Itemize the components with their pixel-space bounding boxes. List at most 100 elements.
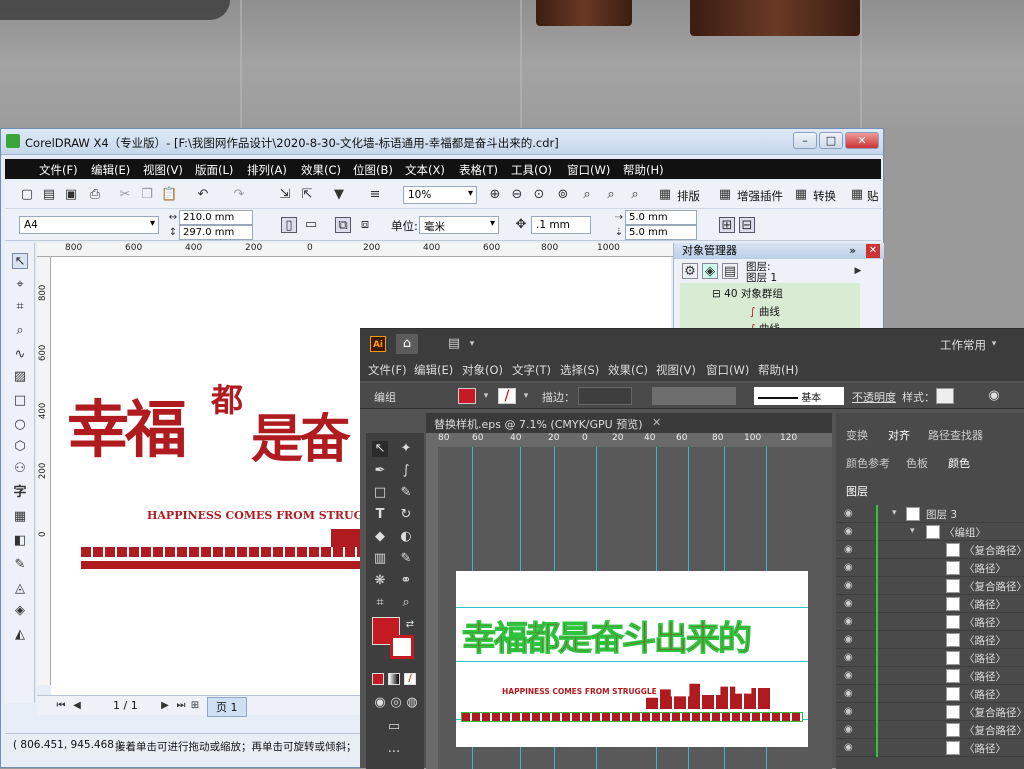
close-button[interactable]: ✕ — [845, 132, 879, 149]
zoom-page-icon[interactable]: ⌕ — [579, 187, 595, 203]
layer-row[interactable]: ◉ 〈复合路径〉 — [836, 703, 1024, 721]
draw-normal-icon[interactable]: ◉ — [372, 695, 388, 711]
layer-manager-icon[interactable]: ▤ — [722, 263, 738, 279]
menu-type[interactable]: 文字(T) — [512, 362, 551, 378]
paste-icon[interactable]: 📋 — [161, 187, 177, 203]
menu-edit[interactable]: 编辑(E) — [414, 362, 453, 378]
visibility-eye-icon[interactable]: ◉ — [844, 634, 853, 645]
zoom-selected-icon[interactable]: ⊙ — [531, 187, 547, 203]
gradient-mode-icon[interactable] — [388, 673, 400, 685]
zoom-select[interactable]: 10% — [403, 186, 477, 204]
workspace-switcher[interactable]: 工作常用 — [940, 337, 986, 353]
paintbrush-icon[interactable]: ✎ — [398, 485, 414, 501]
none-mode-icon[interactable]: / — [404, 673, 416, 685]
panel-tab-transform[interactable]: 变换 — [846, 427, 868, 443]
magic-wand-icon[interactable]: ✦ — [398, 441, 414, 457]
type-tool-icon[interactable]: T — [372, 507, 388, 523]
chevron-down-icon[interactable]: ▾ — [986, 336, 1002, 352]
zoom-width-icon[interactable]: ⌕ — [603, 187, 619, 203]
artboard[interactable]: 幸福都是奋斗出来的 HAPPINESS COMES FROM STRUGGLE — [456, 571, 808, 747]
document-canvas[interactable]: 80 60 40 20 0 20 40 60 80 100 120 幸福都是奋斗… — [426, 433, 832, 769]
show-properties-icon[interactable]: ⚙ — [682, 263, 698, 279]
chevron-down-icon[interactable]: ▾ — [478, 388, 494, 404]
menu-view[interactable]: 视图(V) — [143, 162, 183, 178]
rectangle-tool-icon[interactable]: □ — [12, 393, 28, 409]
gradient-tool-icon[interactable]: ▥ — [372, 551, 388, 567]
layer-row[interactable]: ◉ 〈复合路径〉 — [836, 577, 1024, 595]
visibility-eye-icon[interactable]: ◉ — [844, 526, 853, 537]
fill-tool-icon[interactable]: ◈ — [12, 603, 28, 619]
cut-icon[interactable]: ✂ — [117, 187, 133, 203]
menu-text[interactable]: 文本(X) — [405, 162, 445, 178]
menu-arrange[interactable]: 排列(A) — [247, 162, 287, 178]
text-tool-icon[interactable]: 字 — [12, 485, 28, 501]
all-pages-icon[interactable]: ⧉ — [335, 217, 351, 233]
open-icon[interactable]: ▤ — [41, 187, 57, 203]
menu-edit[interactable]: 编辑(E) — [91, 162, 130, 178]
current-page-icon[interactable]: ⧈ — [357, 217, 373, 233]
layer-row[interactable]: ◉ 〈路径〉 — [836, 595, 1024, 613]
visibility-eye-icon[interactable]: ◉ — [844, 562, 853, 573]
edit-across-layers-icon[interactable]: ◈ — [702, 263, 718, 279]
graphic-style-swatch[interactable] — [936, 388, 954, 404]
panel-tab-layers[interactable]: 图层 — [846, 483, 868, 499]
tree-group-item[interactable]: ⊟ 40 对象群组 — [712, 286, 783, 301]
brush-definition-select[interactable]: 基本 — [754, 387, 844, 405]
portrait-icon[interactable]: ▯ — [281, 217, 297, 233]
undo-icon[interactable]: ↶ — [195, 187, 211, 203]
swap-colors-icon[interactable]: ⇄ — [402, 617, 418, 633]
curvature-tool-icon[interactable]: ∫ — [398, 463, 414, 479]
menu-object[interactable]: 对象(O) — [462, 362, 503, 378]
enhance-plugin-icon[interactable]: ▦ — [717, 187, 733, 203]
shape-builder-icon[interactable]: ◐ — [398, 529, 414, 545]
zoom-tool-icon[interactable]: ⌕ — [12, 323, 28, 339]
menu-help[interactable]: 帮助(H) — [623, 162, 664, 178]
next-page-icon[interactable]: ▶ — [157, 698, 173, 714]
plugin-paste[interactable]: 贴 — [867, 188, 879, 204]
visibility-eye-icon[interactable]: ◉ — [844, 616, 853, 627]
menu-table[interactable]: 表格(T) — [459, 162, 498, 178]
panel-menu-icon[interactable]: ▶ — [850, 263, 866, 279]
zoom-all-icon[interactable]: ⊚ — [555, 187, 571, 203]
polygon-tool-icon[interactable]: ⬡ — [12, 439, 28, 455]
table-tool-icon[interactable]: ▦ — [12, 509, 28, 525]
paste-plugin-icon[interactable]: ▦ — [849, 187, 865, 203]
interactive-blend-icon[interactable]: ◧ — [12, 533, 28, 549]
plugin-enhance[interactable]: 增强插件 — [737, 188, 783, 204]
stroke-swatch[interactable]: / — [498, 388, 516, 404]
panel-tab-color[interactable]: 颜色 — [948, 455, 970, 471]
layer-row[interactable]: ◉ 〈路径〉 — [836, 631, 1024, 649]
duplicate-x-field[interactable]: 5.0 mm — [625, 210, 697, 225]
opacity-label[interactable]: 不透明度 — [852, 389, 896, 405]
menu-view[interactable]: 视图(V) — [656, 362, 696, 378]
layer-row[interactable]: ◉ 〈路径〉 — [836, 613, 1024, 631]
menu-select[interactable]: 选择(S) — [560, 362, 599, 378]
print-icon[interactable]: ⎙ — [87, 187, 103, 203]
basic-shapes-icon[interactable]: ⚇ — [12, 461, 28, 477]
menu-bitmaps[interactable]: 位图(B) — [353, 162, 393, 178]
visibility-eye-icon[interactable]: ◉ — [844, 706, 853, 717]
visibility-eye-icon[interactable]: ◉ — [844, 670, 853, 681]
smart-fill-icon[interactable]: ▨ — [12, 369, 28, 385]
layer-row[interactable]: ◉ 〈路径〉 — [836, 559, 1024, 577]
plugin-layout[interactable]: 排版 — [677, 188, 700, 204]
freehand-tool-icon[interactable]: ∿ — [12, 347, 28, 363]
import-icon[interactable]: ⇲ — [277, 187, 293, 203]
layer-row[interactable]: ◉ 〈复合路径〉 — [836, 541, 1024, 559]
rectangle-tool-icon[interactable]: □ — [372, 485, 388, 501]
redo-icon[interactable]: ↷ — [231, 187, 247, 203]
variable-width-profile[interactable] — [652, 387, 736, 405]
visibility-eye-icon[interactable]: ◉ — [844, 544, 853, 555]
outline-tool-icon[interactable]: ◬ — [12, 581, 28, 597]
layer-row[interactable]: ◉ 〈路径〉 — [836, 685, 1024, 703]
visibility-eye-icon[interactable]: ◉ — [844, 598, 853, 609]
chevron-down-icon[interactable]: ▾ — [518, 388, 534, 404]
document-tab[interactable]: 替换样机.eps @ 7.1% (CMYK/GPU 预览) — [434, 416, 643, 432]
duplicate-y-field[interactable]: 5.0 mm — [625, 225, 697, 240]
close-icon[interactable]: ✕ — [866, 244, 880, 258]
zoom-tool-icon[interactable]: ⌕ — [398, 595, 414, 611]
recolor-artwork-icon[interactable]: ◉ — [986, 388, 1002, 404]
menu-file[interactable]: 文件(F) — [368, 362, 407, 378]
eyedropper-icon[interactable]: ✎ — [398, 551, 414, 567]
page-tab[interactable]: 页 1 — [207, 697, 247, 717]
